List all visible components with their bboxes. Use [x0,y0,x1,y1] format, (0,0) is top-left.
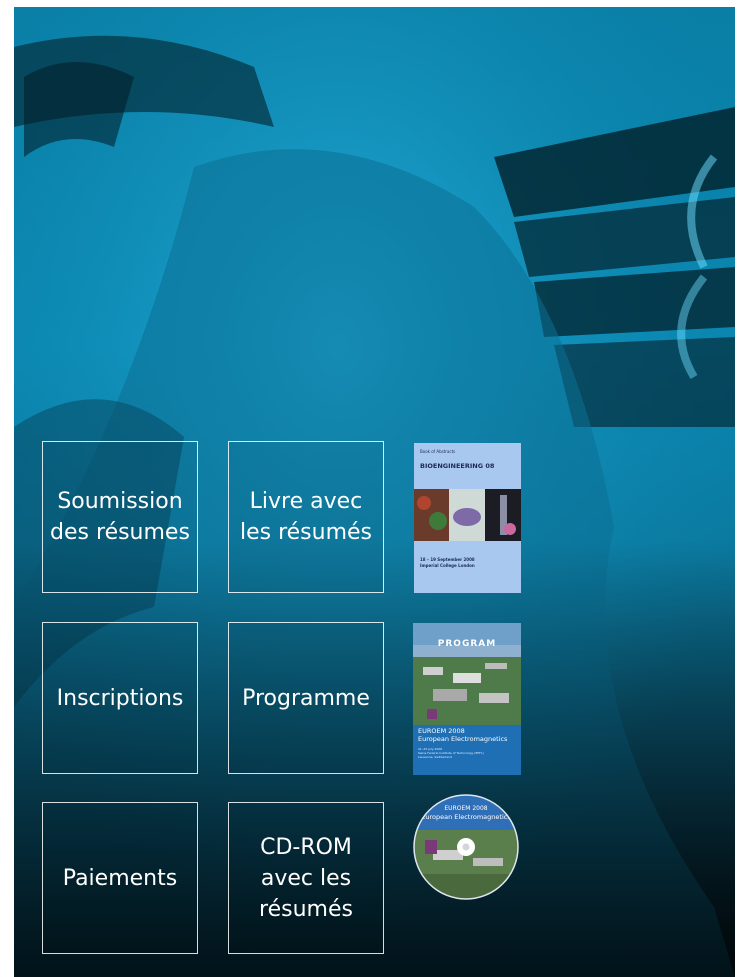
abstract-submission-button[interactable]: Soumission des résumes [42,441,198,593]
registration-button[interactable]: Inscriptions [42,622,198,774]
abstract-book-header: Book of Abstracts [420,449,456,454]
programme-button[interactable]: Programme [228,622,384,774]
cover-images [414,489,521,541]
programme-label: Programme [242,685,370,711]
program-event-name: EUROEM 2008 [418,727,465,735]
abstract-book-title: BIOENGINEERING 08 [420,462,495,470]
cdrom-button[interactable]: CD-ROM avec les résumés [228,802,384,954]
program-event-subtitle: European Electromagnetics [418,735,508,743]
payments-label: Paiements [62,865,178,891]
abstract-book-label: Livre avec les résumés [239,489,373,545]
program-details: 21–25 July 2008 Swiss Federal Institute … [418,747,484,759]
poster: Soumission des résumes Livre avec les ré… [14,7,735,977]
cd-event-subtitle: European Electromagnetics [421,813,511,821]
cdrom-disc[interactable]: EUROEM 2008 European Electromagnetics [413,794,519,900]
cd-event-name: EUROEM 2008 [444,805,487,812]
payments-button[interactable]: Paiements [42,802,198,954]
abstract-submission-label: Soumission des résumes [50,489,190,545]
abstract-book-button[interactable]: Livre avec les résumés [228,441,384,593]
cdrom-label: CD-ROM avec les résumés [259,834,353,922]
abstract-book-date: 18 – 19 September 2008 Imperial College … [420,557,475,568]
abstract-book-cover[interactable]: Book of Abstracts BIOENGINEERING 08 18 –… [414,443,521,593]
program-cover[interactable]: PROGRAM EUROEM 2008 European Electromagn… [413,623,521,775]
program-title: PROGRAM [437,639,497,649]
registration-label: Inscriptions [56,685,184,711]
program-event: EUROEM 2008 European Electromagnetics [418,727,507,743]
